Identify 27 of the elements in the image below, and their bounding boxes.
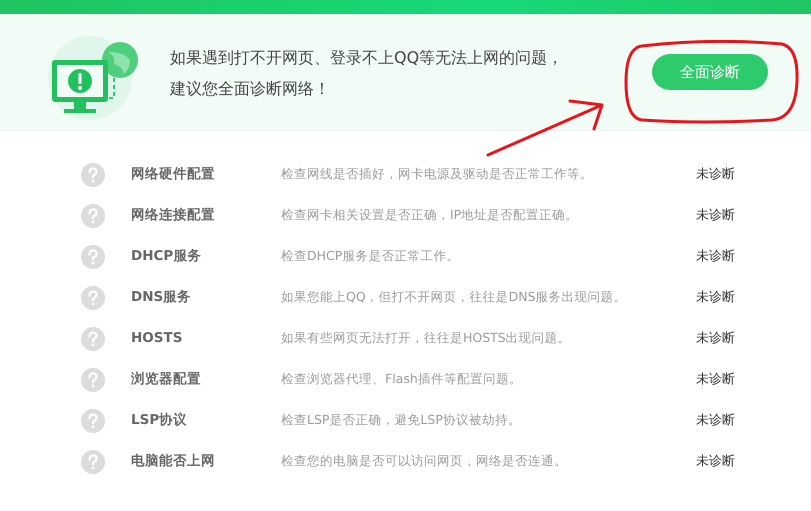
check-description: 检查DHCP服务是否正常工作。 [281,247,460,266]
check-description: 如果有些网页无法打开，往往是HOSTS出现问题。 [281,329,572,348]
check-name: 网络连接配置 [131,206,216,226]
check-status: 未诊断 [696,248,735,266]
check-status: 未诊断 [696,166,735,184]
check-name: HOSTS [131,329,184,348]
check-status: 未诊断 [696,330,735,348]
check-name: DHCP服务 [131,247,202,266]
banner-message-line: 如果遇到打不开网页、登录不上QQ等无法上网的问题， [170,47,564,69]
check-name: 浏览器配置 [131,370,202,390]
full-diagnosis-button[interactable]: 全面诊断 [652,54,768,90]
check-description: 检查浏览器代理、Flash插件等配置问题。 [281,370,523,388]
check-status: 未诊断 [696,452,735,471]
check-name: 电脑能否上网 [131,452,216,472]
check-description: 检查网卡相关设置是否正确，IP地址是否配置正确。 [281,206,580,224]
check-description: 如果您能上QQ，但打不开网页，往往是DNS服务出现问题。 [281,288,628,306]
check-name: DNS服务 [131,288,192,308]
check-name: 网络硬件配置 [131,165,216,184]
banner-message-line: 建议您全面诊断网络！ [170,78,331,100]
check-status: 未诊断 [696,412,735,430]
check-description: 检查LSP是否正确，避免LSP协议被劫持。 [281,411,522,430]
check-description: 检查您的电脑是否可以访问网页，网络是否连通。 [281,452,568,470]
check-name: LSP协议 [131,411,188,430]
check-description: 检查网线是否插好，网卡电源及驱动是否正常工作等。 [281,165,594,184]
check-status: 未诊断 [696,288,735,307]
check-status: 未诊断 [696,370,735,389]
check-status: 未诊断 [696,206,735,225]
